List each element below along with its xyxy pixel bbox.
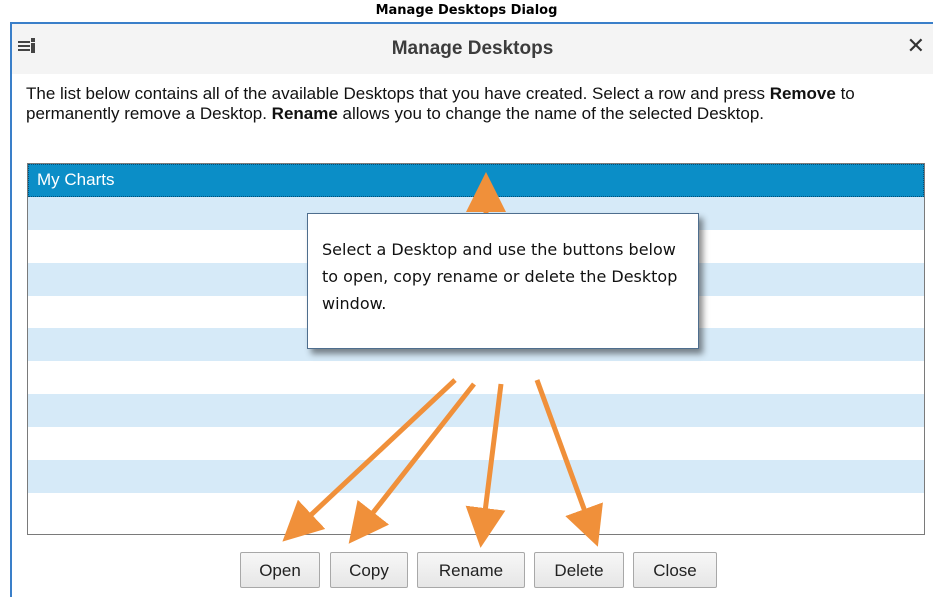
list-row[interactable]: [28, 460, 924, 493]
callout-box: Select a Desktop and use the buttons bel…: [307, 213, 699, 349]
close-button[interactable]: Close: [633, 552, 717, 588]
remove-keyword: Remove: [769, 84, 836, 103]
list-row[interactable]: [28, 492, 924, 526]
list-row[interactable]: My Charts: [28, 164, 924, 197]
button-bar: Open Copy Rename Delete Close: [12, 552, 933, 592]
dialog-titlebar[interactable]: Manage Desktops ✕: [12, 24, 933, 74]
dialog-title: Manage Desktops: [391, 38, 554, 59]
copy-button[interactable]: Copy: [330, 552, 408, 588]
rename-button[interactable]: Rename: [417, 552, 525, 588]
delete-button[interactable]: Delete: [534, 552, 624, 588]
page-caption: Manage Desktops Dialog: [375, 3, 558, 18]
rename-keyword: Rename: [271, 104, 338, 123]
open-button[interactable]: Open: [240, 552, 320, 588]
description-text: allows you to change the name of the sel…: [337, 104, 765, 123]
description-text: The list below contains all of the avail…: [26, 84, 770, 103]
list-row[interactable]: [28, 361, 924, 395]
list-row[interactable]: [28, 394, 924, 428]
close-icon[interactable]: ✕: [907, 34, 925, 59]
list-row[interactable]: [28, 427, 924, 461]
dialog-description: The list below contains all of the avail…: [26, 84, 926, 124]
